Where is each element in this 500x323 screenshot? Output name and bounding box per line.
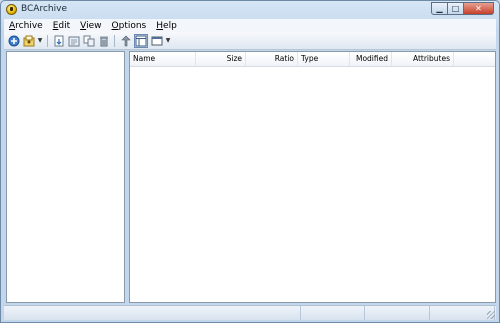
open-dropdown-arrow-icon[interactable]: ▼ xyxy=(37,37,43,44)
menu-label: ptions xyxy=(118,20,147,31)
maximize-icon: □ xyxy=(451,4,460,13)
column-header-attributes[interactable]: Attributes xyxy=(392,52,454,66)
open-archive-button[interactable] xyxy=(22,34,35,47)
menu-label: iew xyxy=(86,20,102,31)
close-button[interactable]: ✕ xyxy=(464,2,494,15)
file-list-pane[interactable]: Name Size Ratio Type Modified Attributes xyxy=(129,51,496,303)
menu-help[interactable]: Help xyxy=(151,21,182,31)
column-header-filler xyxy=(454,52,495,66)
status-cell xyxy=(365,306,430,320)
app-window: BCArchive ▁ □ ✕ Archive Edit View Option… xyxy=(0,0,500,323)
up-folder-button[interactable] xyxy=(119,34,132,47)
view-dropdown-arrow-icon[interactable]: ▼ xyxy=(165,37,171,44)
file-list-header: Name Size Ratio Type Modified Attributes xyxy=(130,52,495,67)
status-cell xyxy=(430,306,495,320)
toolbar: ▼ ▼ xyxy=(4,32,496,50)
extract-button[interactable] xyxy=(67,34,80,47)
details-view-button[interactable] xyxy=(134,33,148,48)
menu-label: elp xyxy=(163,20,177,31)
column-header-modified[interactable]: Modified xyxy=(350,52,392,66)
toolbar-separator xyxy=(114,34,115,47)
status-cell xyxy=(301,306,365,320)
open-archive-icon xyxy=(23,35,34,46)
column-header-name[interactable]: Name xyxy=(130,52,196,66)
view-mode-icon xyxy=(151,36,162,45)
column-header-ratio[interactable]: Ratio xyxy=(246,52,298,66)
menu-view[interactable]: View xyxy=(75,21,106,31)
window-controls: ▁ □ ✕ xyxy=(431,2,494,16)
menu-label: rchive xyxy=(15,20,43,31)
close-icon: ✕ xyxy=(475,4,482,13)
view-mode-button[interactable] xyxy=(150,34,163,47)
copy-icon xyxy=(83,35,94,46)
menu-mnemonic: O xyxy=(111,20,119,31)
up-folder-icon xyxy=(120,35,131,46)
minimize-icon: ▁ xyxy=(436,4,443,13)
delete-icon xyxy=(99,36,108,46)
add-files-icon xyxy=(54,35,63,46)
toolbar-separator xyxy=(47,34,48,47)
status-bar xyxy=(4,305,496,320)
menu-bar: Archive Edit View Options Help xyxy=(4,19,496,32)
menu-edit[interactable]: Edit xyxy=(48,21,75,31)
column-header-type[interactable]: Type xyxy=(298,52,350,66)
menu-options[interactable]: Options xyxy=(107,21,152,31)
window-title: BCArchive xyxy=(21,4,67,14)
details-view-icon xyxy=(135,35,147,46)
title-bar[interactable]: BCArchive ▁ □ ✕ xyxy=(1,1,499,19)
status-cell xyxy=(4,306,301,320)
add-files-button[interactable] xyxy=(52,34,65,47)
main-content: Name Size Ratio Type Modified Attributes xyxy=(4,50,496,304)
menu-label: dit xyxy=(58,20,71,31)
column-header-size[interactable]: Size xyxy=(196,52,246,66)
new-archive-button[interactable] xyxy=(7,34,20,47)
copy-button[interactable] xyxy=(82,34,95,47)
maximize-button[interactable]: □ xyxy=(448,2,464,15)
minimize-button[interactable]: ▁ xyxy=(431,2,448,15)
delete-button[interactable] xyxy=(97,34,110,47)
new-archive-icon xyxy=(8,35,19,46)
menu-archive[interactable]: Archive xyxy=(4,21,48,31)
folder-tree-pane[interactable] xyxy=(6,51,125,303)
resize-grip-icon[interactable] xyxy=(487,311,495,319)
extract-icon xyxy=(68,36,79,46)
app-icon[interactable] xyxy=(6,4,17,15)
